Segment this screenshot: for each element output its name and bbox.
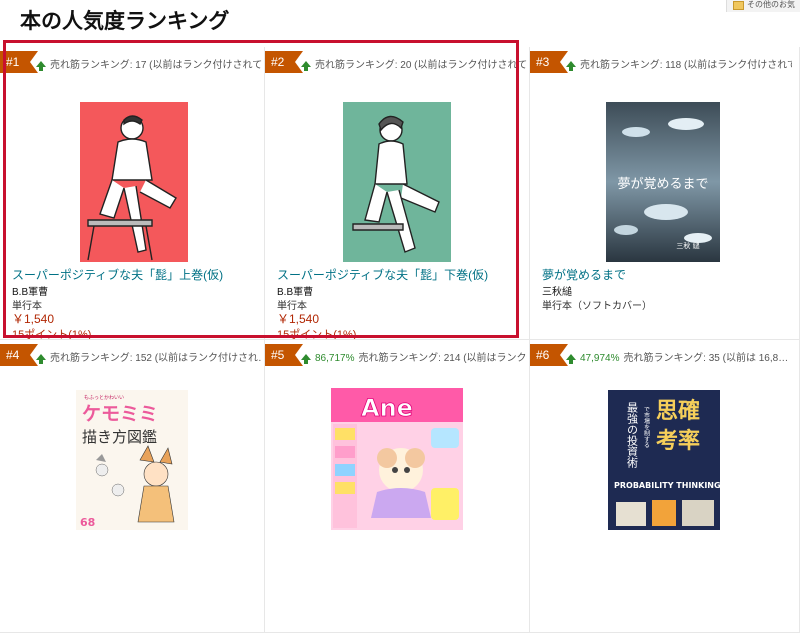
- rank-info: 86,717%売れ筋ランキング: 214 (以前はランク付け 185…: [301, 349, 527, 364]
- rank-text: 売れ筋ランキング: 152 (以前はランク付けされ…: [50, 353, 262, 364]
- rank-info: 売れ筋ランキング: 17 (以前はランク付けされて…: [36, 56, 262, 71]
- cover-author: 三秋 縋: [676, 241, 699, 250]
- rank-badge: #3: [530, 51, 568, 73]
- rank-change-percent: 86,717%: [315, 353, 355, 364]
- ranking-item-2: #2 売れ筋ランキング: 20 (以前はランク付けされて… スーパーポジティブな…: [265, 47, 530, 340]
- author-name[interactable]: 三秋縋: [542, 283, 572, 298]
- rank-text: 売れ筋ランキング: 17 (以前はランク付けされて…: [50, 60, 262, 71]
- ranking-item-3: #3 売れ筋ランキング: 118 (以前はランク付けされて… 夢が覚めるまで 三…: [530, 47, 800, 340]
- cover-title: Ane: [361, 394, 413, 422]
- rank-change-percent: 47,974%: [580, 353, 620, 364]
- author-name[interactable]: B.B軍曹: [277, 283, 313, 298]
- ranking-grid: #1 売れ筋ランキング: 17 (以前はランク付けされて… スーパーポジティブな…: [0, 47, 800, 633]
- rank-text: 売れ筋ランキング: 118 (以前はランク付けされて…: [580, 60, 792, 71]
- book-cover-image[interactable]: 夢が覚めるまで 三秋 縋: [606, 102, 720, 262]
- cover-title: 夢が覚めるまで: [617, 177, 708, 192]
- format-label: 単行本（ソフトカバー）: [542, 301, 652, 312]
- price: ￥1,540: [277, 312, 320, 326]
- rank-badge: #2: [265, 51, 303, 73]
- book-cover-image[interactable]: もふっとかわいい ケモミミ 描き方図鑑 68: [76, 390, 188, 530]
- rank-text: 売れ筋ランキング: 214 (以前はランク付け 185…: [358, 353, 527, 364]
- other-bookmarks-label: その他のお気: [747, 0, 795, 9]
- rank-info: 売れ筋ランキング: 118 (以前はランク付けされて…: [566, 56, 792, 71]
- cover-small-text: もふっとかわいい: [84, 394, 124, 401]
- rank-text: 売れ筋ランキング: 20 (以前はランク付けされて…: [315, 60, 527, 71]
- rank-up-arrow-icon: [36, 61, 46, 71]
- ranking-item-4: #4 売れ筋ランキング: 152 (以前はランク付けされ… もふっとかわいい ケ…: [0, 340, 265, 633]
- rank-up-arrow-icon: [36, 354, 46, 364]
- rank-up-arrow-icon: [301, 61, 311, 71]
- cover-vertical-sub: で市場を制する: [643, 406, 650, 448]
- rank-badge: #4: [0, 344, 38, 366]
- product-title-link[interactable]: 夢が覚めるまで: [542, 266, 626, 283]
- book-cover-image[interactable]: [343, 102, 451, 262]
- other-bookmarks[interactable]: その他のお気: [726, 0, 800, 12]
- product-title-link[interactable]: スーパーポジティブな夫「髭」上巻(仮): [12, 266, 223, 283]
- cover-title-bottom: 描き方図鑑: [82, 428, 157, 446]
- rank-badge: #5: [265, 344, 303, 366]
- points: 15ポイント(1%): [277, 329, 357, 340]
- rank-info: 売れ筋ランキング: 20 (以前はランク付けされて…: [301, 56, 527, 71]
- cover-vertical-title: 最強の投資術: [626, 402, 639, 468]
- folder-icon: [733, 1, 744, 10]
- rank-text: 売れ筋ランキング: 35 (以前は 16,8…: [623, 353, 789, 364]
- product-title-link[interactable]: スーパーポジティブな夫「髭」下巻(仮): [277, 266, 488, 283]
- page-title: 本の人気度ランキング: [20, 10, 230, 33]
- book-cover-image[interactable]: 思確 考率 最強の投資術 で市場を制する PROBABILITY THINKIN…: [608, 390, 720, 530]
- cover-english-title: PROBABILITY THINKING: [614, 481, 720, 490]
- rank-up-arrow-icon: [566, 354, 576, 364]
- points: 15ポイント(1%): [12, 329, 92, 340]
- rank-badge: #1: [0, 51, 38, 73]
- rank-info: 売れ筋ランキング: 152 (以前はランク付けされ…: [36, 349, 262, 364]
- book-cover-image[interactable]: [80, 102, 188, 262]
- book-cover-image[interactable]: Ane: [331, 388, 463, 530]
- ranking-item-5: #5 86,717%売れ筋ランキング: 214 (以前はランク付け 185… A…: [265, 340, 530, 633]
- cover-title-top: ケモミミ: [82, 403, 158, 425]
- rank-up-arrow-icon: [566, 61, 576, 71]
- rank-badge: #6: [530, 344, 568, 366]
- ranking-item-1: #1 売れ筋ランキング: 17 (以前はランク付けされて… スーパーポジティブな…: [0, 47, 265, 340]
- price: ￥1,540: [12, 312, 55, 326]
- cover-big-text-1: 思確: [656, 398, 700, 424]
- author-name[interactable]: B.B軍曹: [12, 283, 48, 298]
- ranking-item-6: #6 47,974% 売れ筋ランキング: 35 (以前は 16,8… 思確 考率 …: [530, 340, 800, 633]
- rank-info: 47,974% 売れ筋ランキング: 35 (以前は 16,8…: [566, 349, 792, 364]
- cover-big-text-2: 考率: [656, 428, 700, 454]
- rank-up-arrow-icon: [301, 354, 311, 364]
- cover-number: 68: [80, 516, 95, 529]
